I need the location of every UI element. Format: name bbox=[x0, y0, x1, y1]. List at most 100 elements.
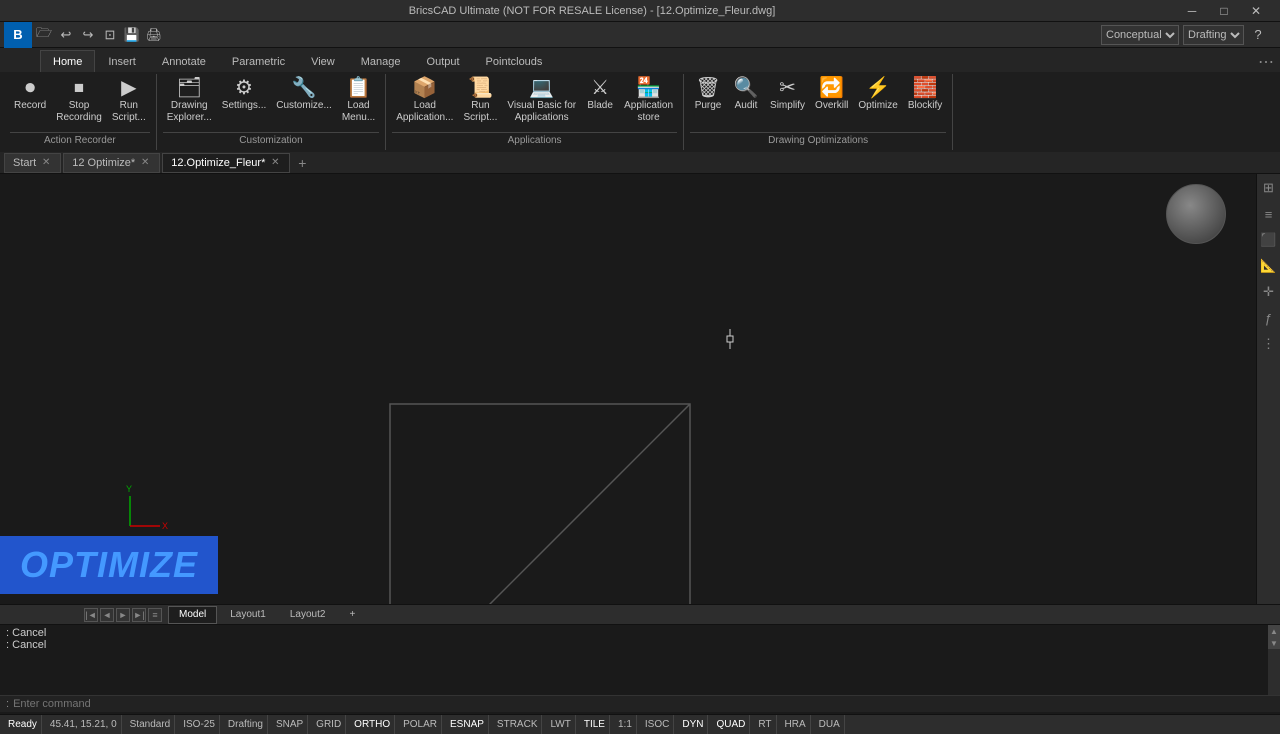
drawing-explorer-button[interactable]: 🗂 DrawingExplorer... bbox=[163, 76, 216, 126]
layout-nav-arrows: |◄ ◄ ► ►| ≡ bbox=[80, 608, 166, 622]
properties-panel-btn[interactable]: ⊞ bbox=[1259, 178, 1279, 198]
command-input-line[interactable]: : bbox=[0, 695, 1280, 712]
qa-save[interactable]: 💾 bbox=[122, 25, 142, 45]
load-application-button[interactable]: 📦 LoadApplication... bbox=[392, 76, 457, 126]
vba-button[interactable]: 💻 Visual Basic forApplications bbox=[503, 76, 580, 126]
status-grid[interactable]: GRID bbox=[312, 715, 346, 734]
blocks-panel-btn[interactable]: ⬛ bbox=[1259, 230, 1279, 250]
formula-panel-btn[interactable]: ƒ bbox=[1259, 308, 1279, 328]
tab-manage[interactable]: Manage bbox=[348, 50, 414, 72]
qa-undo[interactable]: ↩ bbox=[56, 25, 76, 45]
status-hra[interactable]: HRA bbox=[781, 715, 811, 734]
command-input[interactable] bbox=[13, 698, 1274, 710]
tab-home[interactable]: Home bbox=[40, 50, 95, 72]
qa-print2[interactable]: 🖨 bbox=[144, 25, 164, 45]
audit-button[interactable]: 🔍 Audit bbox=[728, 76, 764, 114]
visual-style-select[interactable]: Conceptual bbox=[1101, 25, 1179, 45]
command-scrollbar[interactable]: ▲ ▼ bbox=[1268, 625, 1280, 695]
blade-button[interactable]: ⚔ Blade bbox=[582, 76, 618, 114]
status-rt[interactable]: RT bbox=[754, 715, 776, 734]
constraints-panel-btn[interactable]: 📐 bbox=[1259, 256, 1279, 276]
view-cube[interactable] bbox=[1166, 184, 1226, 244]
status-strack[interactable]: STRACK bbox=[493, 715, 543, 734]
qa-redo[interactable]: ↪ bbox=[78, 25, 98, 45]
snap-panel-btn[interactable]: ✛ bbox=[1259, 282, 1279, 302]
command-scroll-up[interactable]: ▲ bbox=[1268, 625, 1280, 637]
settings-button[interactable]: ⚙ Settings... bbox=[218, 76, 270, 114]
svg-text:Y: Y bbox=[126, 484, 132, 494]
tab-output[interactable]: Output bbox=[414, 50, 473, 72]
drafting-select[interactable]: Drafting bbox=[1183, 25, 1244, 45]
svg-text:X: X bbox=[162, 521, 168, 531]
minimize-button[interactable]: ─ bbox=[1176, 0, 1208, 22]
command-scroll-down[interactable]: ▼ bbox=[1268, 637, 1280, 649]
status-esnap[interactable]: ESNAP bbox=[446, 715, 489, 734]
doc-tab-start-close[interactable]: ✕ bbox=[40, 157, 52, 169]
doc-tab-fleur-close[interactable]: ✕ bbox=[269, 157, 281, 169]
tab-insert[interactable]: Insert bbox=[95, 50, 149, 72]
run-script-button[interactable]: ▶ RunScript... bbox=[108, 76, 150, 126]
overkill-button[interactable]: 🔁 Overkill bbox=[811, 76, 852, 114]
layout-first-btn[interactable]: |◄ bbox=[84, 608, 98, 622]
status-dua[interactable]: DUA bbox=[815, 715, 845, 734]
status-quad[interactable]: QUAD bbox=[712, 715, 750, 734]
layers-panel-btn[interactable]: ≡ bbox=[1259, 204, 1279, 224]
tab-annotate[interactable]: Annotate bbox=[149, 50, 219, 72]
ribbon-more-button[interactable]: ⋯ bbox=[1256, 52, 1276, 72]
doc-tab-start[interactable]: Start ✕ bbox=[4, 153, 61, 173]
load-menu-button[interactable]: 📋 LoadMenu... bbox=[338, 76, 379, 126]
help-button[interactable]: ? bbox=[1248, 25, 1268, 45]
simplify-button[interactable]: ✂ Simplify bbox=[766, 76, 809, 114]
record-button[interactable]: ⏺ Record bbox=[10, 76, 50, 114]
new-tab-button[interactable]: + bbox=[292, 153, 312, 173]
canvas-area[interactable]: Y X OPTIMIZE bbox=[0, 174, 1256, 604]
stop-label: StopRecording bbox=[56, 100, 102, 124]
layout-list-btn[interactable]: ≡ bbox=[148, 608, 162, 622]
optimize-button[interactable]: ⚡ Optimize bbox=[854, 76, 901, 114]
status-ortho[interactable]: ORTHO bbox=[350, 715, 395, 734]
qa-print[interactable]: ⊡ bbox=[100, 25, 120, 45]
record-label: Record bbox=[14, 100, 46, 112]
status-bar: Ready 45.41, 15.21, 0 Standard ISO-25 Dr… bbox=[0, 714, 1280, 734]
layout-last-btn[interactable]: ►| bbox=[132, 608, 146, 622]
doc-tab-optimize[interactable]: 12 Optimize* ✕ bbox=[63, 153, 160, 173]
status-ready: Ready bbox=[4, 715, 42, 734]
close-button[interactable]: ✕ bbox=[1240, 0, 1272, 22]
layout-prev-btn[interactable]: ◄ bbox=[100, 608, 114, 622]
purge-button[interactable]: 🗑 Purge bbox=[690, 76, 726, 114]
status-lwt[interactable]: LWT bbox=[546, 715, 575, 734]
doc-tab-optimize-close[interactable]: ✕ bbox=[139, 157, 151, 169]
app-store-button[interactable]: 🏪 Applicationstore bbox=[620, 76, 677, 126]
run-script2-button[interactable]: 📜 RunScript... bbox=[459, 76, 501, 126]
misc-panel-btn[interactable]: ⋮ bbox=[1259, 334, 1279, 354]
blockify-button[interactable]: 🧱 Blockify bbox=[904, 76, 946, 114]
layout-tab-layout1[interactable]: Layout1 bbox=[219, 606, 277, 624]
load-app-icon: 📦 bbox=[412, 78, 437, 98]
tab-view[interactable]: View bbox=[298, 50, 348, 72]
maximize-button[interactable]: □ bbox=[1208, 0, 1240, 22]
layout-tab-model[interactable]: Model bbox=[168, 606, 217, 624]
status-iso[interactable]: ISO-25 bbox=[179, 715, 220, 734]
status-polar[interactable]: POLAR bbox=[399, 715, 442, 734]
command-line-2: : Cancel bbox=[6, 639, 1274, 651]
status-tile[interactable]: TILE bbox=[580, 715, 610, 734]
status-standard[interactable]: Standard bbox=[126, 715, 176, 734]
qa-new[interactable]: 🗁 bbox=[34, 25, 54, 45]
stop-recording-button[interactable]: ⏹ StopRecording bbox=[52, 76, 106, 126]
layout-tab-add[interactable]: + bbox=[338, 606, 366, 624]
status-scale[interactable]: 1:1 bbox=[614, 715, 637, 734]
group-customization: 🗂 DrawingExplorer... ⚙ Settings... 🔧 Cus… bbox=[157, 74, 386, 150]
layout-next-btn[interactable]: ► bbox=[116, 608, 130, 622]
window-controls: ─ □ ✕ bbox=[1176, 0, 1272, 22]
status-coords[interactable]: 45.41, 15.21, 0 bbox=[46, 715, 122, 734]
doc-tab-fleur[interactable]: 12.Optimize_Fleur* ✕ bbox=[162, 153, 290, 173]
status-drafting[interactable]: Drafting bbox=[224, 715, 268, 734]
tab-pointclouds[interactable]: Pointclouds bbox=[473, 50, 556, 72]
customize-button[interactable]: 🔧 Customize... bbox=[272, 76, 336, 114]
status-dyn[interactable]: DYN bbox=[678, 715, 708, 734]
tab-parametric[interactable]: Parametric bbox=[219, 50, 298, 72]
status-isoc[interactable]: ISOC bbox=[641, 715, 674, 734]
status-snap[interactable]: SNAP bbox=[272, 715, 308, 734]
app-menu-button[interactable]: B bbox=[4, 22, 32, 48]
layout-tab-layout2[interactable]: Layout2 bbox=[279, 606, 337, 624]
